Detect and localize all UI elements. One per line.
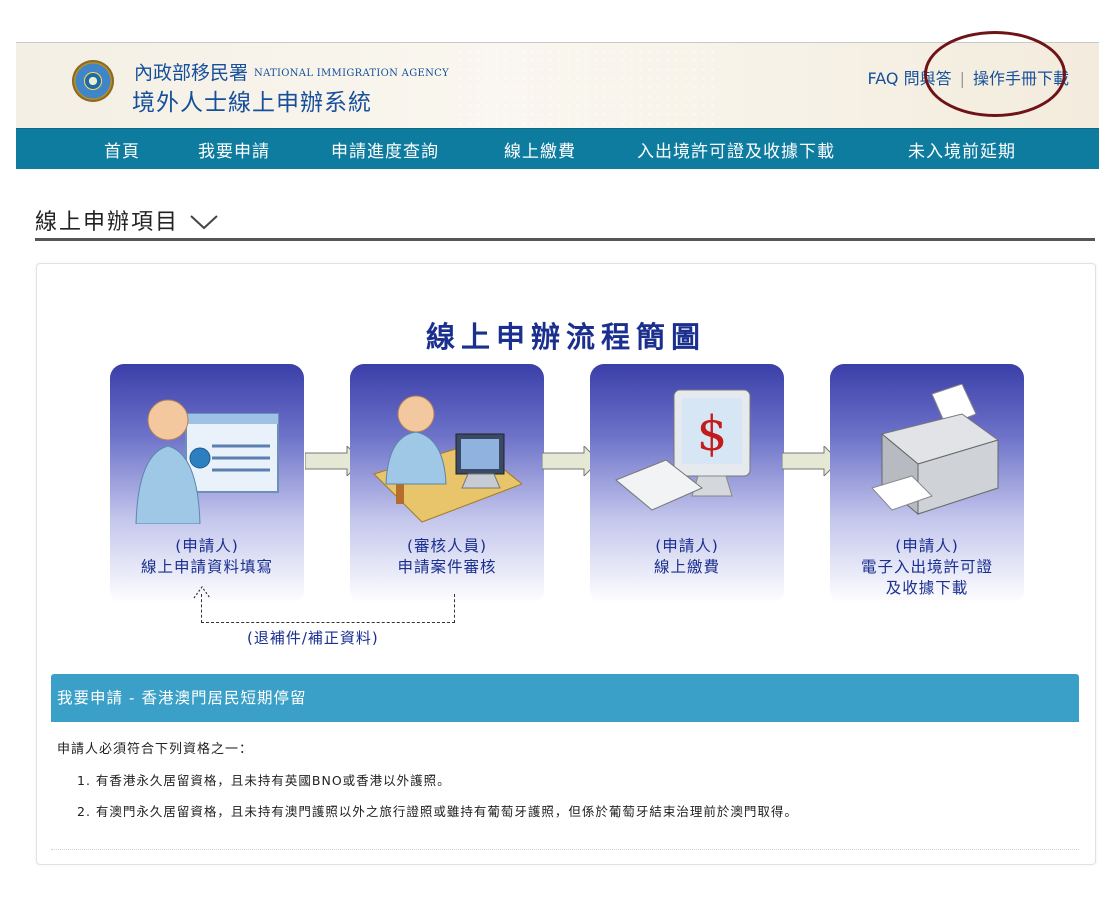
agency-name-en: NATIONAL IMMIGRATION AGENCY [254, 68, 449, 79]
reviewer-computer-icon [373, 395, 522, 523]
list-item: 2. 有澳門永久居留資格，且未持有澳門護照以外之旅行證照或雖持有葡萄牙護照，但係… [77, 804, 798, 819]
step-3-role: (申請人) [655, 537, 719, 555]
nav-extension[interactable]: 未入境前延期 [908, 137, 1016, 162]
nav-permit-download[interactable]: 入出境許可證及收據下載 [637, 137, 835, 162]
step-4-role: (申請人) [895, 537, 959, 555]
section-title: 線上申辦項目 [35, 210, 180, 235]
card-divider [51, 849, 1079, 850]
step-2-role: (審核人員) [406, 537, 488, 555]
main-nav: 首頁 我要申請 申請進度查詢 線上繳費 入出境許可證及收據下載 未入境前延期 [16, 128, 1099, 169]
highlight-oval-annotation [924, 31, 1066, 117]
list-item: 1. 有香港永久居留資格，且未持有英國BNO或香港以外護照。 [77, 773, 451, 788]
step-4-desc: 電子入出境許可證 [860, 558, 993, 576]
applicant-form-icon [135, 399, 279, 524]
flow-title: 線上申辦流程簡圖 [425, 320, 706, 354]
chevron-down-icon[interactable] [189, 211, 219, 236]
content-card: 線上申辦流程簡圖 (申請人) 線上申請資料填寫 (審核人員) 申請案件審核 $ … [36, 263, 1096, 865]
step-4-desc-line2: 及收據下載 [885, 579, 969, 597]
svg-text:$: $ [697, 406, 728, 462]
printer-icon [871, 384, 1000, 516]
nav-progress-query[interactable]: 申請進度查詢 [331, 137, 439, 162]
page-header-area: 內政部移民署 NATIONAL IMMIGRATION AGENCY 境外人士線上… [16, 31, 1099, 169]
requirements-intro: 申請人必須符合下列資格之一： [57, 742, 254, 757]
step-2-desc: 申請案件審核 [397, 558, 497, 576]
header-decoration [456, 47, 716, 125]
step-4-label: (申請人) 電子入出境許可證 及收據下載 [830, 536, 1024, 599]
payment-computer-icon: $ [615, 389, 751, 511]
step-3-desc: 線上繳費 [653, 558, 720, 576]
agency-name-zh: 內政部移民署 [134, 62, 249, 84]
agency-name: 內政部移民署 NATIONAL IMMIGRATION AGENCY [134, 58, 449, 85]
step-1-role: (申請人) [175, 537, 239, 555]
return-flow-label: (退補件/補正資料) [247, 629, 379, 647]
step-3-label: (申請人) 線上繳費 [590, 536, 784, 578]
section-divider [35, 238, 1095, 241]
apply-section-bar[interactable]: 我要申請 - 香港澳門居民短期停留 [51, 674, 1079, 722]
step-2-label: (審核人員) 申請案件審核 [350, 536, 544, 578]
section-header[interactable]: 線上申辦項目 [35, 204, 219, 236]
nav-online-payment[interactable]: 線上繳費 [504, 137, 576, 162]
return-flow-line [201, 594, 455, 623]
site-header: 內政部移民署 NATIONAL IMMIGRATION AGENCY 境外人士線上… [16, 31, 1099, 128]
system-name: 境外人士線上申辦系統 [132, 90, 372, 116]
step-1-desc: 線上申請資料填寫 [140, 558, 273, 576]
step-1-label: (申請人) 線上申請資料填寫 [110, 536, 304, 578]
agency-logo-icon[interactable] [72, 60, 114, 102]
requirements-list: 1. 有香港永久居留資格，且未持有英國BNO或香港以外護照。 2. 有澳門永久居… [77, 770, 798, 832]
nav-apply[interactable]: 我要申請 [198, 137, 270, 162]
nav-home[interactable]: 首頁 [104, 137, 140, 162]
